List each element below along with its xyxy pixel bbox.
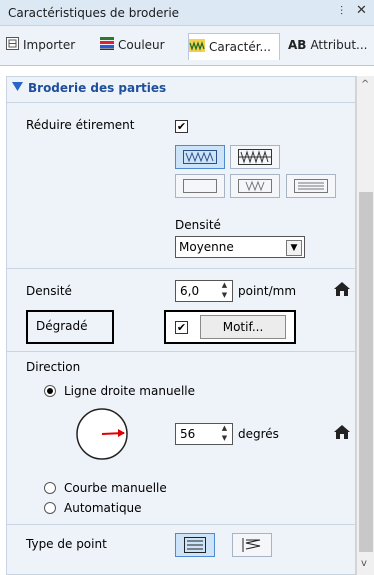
stitch-type-label: Type de point — [26, 537, 107, 551]
scroll-down-icon[interactable]: v — [361, 558, 367, 569]
density-value: 6,0 — [180, 284, 200, 298]
spin-down-icon[interactable]: ▼ — [218, 292, 231, 300]
reduce-stretch-checkbox[interactable]: ✔ — [175, 120, 188, 133]
wave-stitch-icon[interactable] — [175, 145, 225, 169]
tab-label: Importer — [23, 38, 76, 52]
density-select-value: Moyenne — [179, 240, 234, 254]
radio-straight-line[interactable] — [44, 385, 56, 397]
home-icon[interactable] — [334, 425, 350, 442]
panel-title: Caractéristiques de broderie — [8, 6, 180, 20]
tab-caracteristiques[interactable]: Caractér... — [188, 33, 280, 60]
radio-dot — [47, 388, 53, 394]
scroll-up-icon[interactable]: ^ — [361, 79, 369, 90]
angle-unit: degrés — [238, 427, 279, 441]
home-icon[interactable] — [334, 282, 350, 299]
section-header[interactable]: Broderie des parties — [12, 81, 166, 95]
density-label: Densité — [26, 284, 72, 298]
direction-label: Direction — [26, 360, 81, 374]
section-divider — [6, 524, 356, 525]
gradient-label: Dégradé — [36, 319, 88, 333]
tab-label: Caractér... — [209, 40, 271, 54]
triangle-down-icon — [12, 81, 23, 95]
spin-up-icon[interactable]: ▲ — [218, 425, 231, 433]
tab-couleur[interactable]: Couleur — [100, 34, 184, 56]
density-select[interactable]: Moyenne ▼ — [175, 236, 305, 258]
motif-button[interactable]: Motif... — [200, 315, 286, 339]
fill-stitch-icon[interactable] — [175, 533, 215, 557]
radio-straight-line-label: Ligne droite manuelle — [64, 384, 195, 398]
radio-manual-curve-label: Courbe manuelle — [64, 481, 167, 495]
chevron-down-icon[interactable]: ▼ — [286, 240, 302, 256]
check-mark-icon: ✔ — [176, 321, 187, 334]
gradient-controls-box: ✔ Motif... — [164, 310, 296, 344]
radio-automatic-label: Automatique — [64, 501, 142, 515]
tab-label: Couleur — [118, 38, 165, 52]
scrollbar-thumb[interactable] — [359, 192, 373, 552]
reduce-stretch-label: Réduire étirement — [26, 118, 135, 132]
radio-manual-curve[interactable] — [44, 482, 56, 494]
angle-dial[interactable] — [75, 407, 129, 461]
wave-small-icon[interactable] — [230, 174, 280, 198]
section-divider — [6, 268, 356, 269]
density-unit: point/mm — [238, 284, 297, 298]
color-icon — [100, 37, 114, 53]
angle-value: 56 — [180, 427, 196, 441]
gradient-label-box: Dégradé — [26, 310, 114, 344]
lines-icon[interactable] — [286, 174, 336, 198]
motif-button-label: Motif... — [222, 320, 264, 334]
tab-bar: Importer Couleur Caractér... AB Attribut… — [0, 26, 374, 66]
density-select-label: Densité — [175, 218, 221, 232]
zigzag-stitch-icon[interactable] — [232, 533, 272, 557]
section-divider — [6, 102, 356, 103]
density-spinner[interactable]: 6,0 ▲ ▼ — [175, 280, 233, 302]
close-icon[interactable]: ✕ — [356, 3, 367, 18]
tab-importer[interactable]: Importer — [6, 34, 92, 56]
sewing-attributes-icon — [189, 39, 205, 55]
import-icon — [6, 37, 19, 53]
section-divider — [6, 351, 356, 352]
check-mark-icon: ✔ — [176, 120, 187, 133]
angle-spinner[interactable]: 56 ▲ ▼ — [175, 423, 233, 445]
vertical-scrollbar[interactable]: ^ v — [356, 76, 374, 575]
grid-stitch-icon[interactable] — [230, 145, 280, 169]
panel-title-bar: Caractéristiques de broderie ⫶ ✕ — [0, 0, 374, 26]
pin-icon[interactable]: ⫶ — [340, 4, 343, 19]
spin-up-icon[interactable]: ▲ — [218, 282, 231, 290]
text-attributes-icon: AB — [288, 38, 307, 52]
gradient-checkbox[interactable]: ✔ — [175, 321, 188, 334]
tab-attributs[interactable]: AB Attribut... — [288, 34, 374, 56]
rect-outline-icon[interactable] — [175, 174, 225, 198]
section-title: Broderie des parties — [28, 81, 167, 95]
tab-label: Attribut... — [310, 38, 368, 52]
spin-down-icon[interactable]: ▼ — [218, 435, 231, 443]
radio-automatic[interactable] — [44, 502, 56, 514]
